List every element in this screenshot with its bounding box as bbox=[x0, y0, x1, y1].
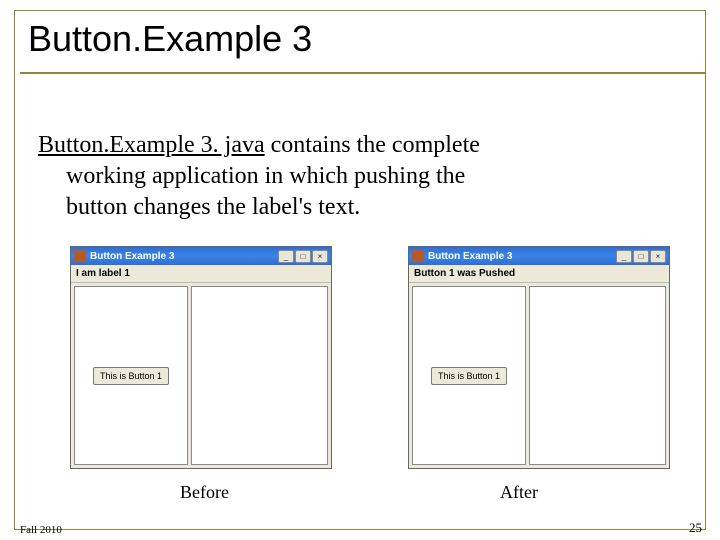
slide-title: Button.Example 3 bbox=[28, 18, 312, 60]
minimize-button[interactable]: _ bbox=[616, 250, 632, 263]
window-controls-after: _ □ × bbox=[616, 250, 666, 263]
window-title-before: Button Example 3 bbox=[90, 251, 278, 262]
titlebar-before: Button Example 3 _ □ × bbox=[71, 247, 331, 265]
caption-after: After bbox=[500, 482, 538, 503]
source-file-link[interactable]: Button.Example 3. java bbox=[38, 132, 265, 158]
body-text-3: button changes the label's text. bbox=[66, 194, 360, 220]
close-button[interactable]: × bbox=[312, 250, 328, 263]
button-1-before[interactable]: This is Button 1 bbox=[93, 367, 169, 385]
minimize-button[interactable]: _ bbox=[278, 250, 294, 263]
client-area-after: This is Button 1 bbox=[409, 283, 669, 468]
right-panel-before bbox=[191, 286, 328, 465]
java-cup-icon bbox=[74, 250, 86, 262]
button-1-after[interactable]: This is Button 1 bbox=[431, 367, 507, 385]
left-panel-before: This is Button 1 bbox=[74, 286, 188, 465]
window-before: Button Example 3 _ □ × I am label 1 This… bbox=[70, 246, 332, 469]
close-button[interactable]: × bbox=[650, 250, 666, 263]
title-underline bbox=[20, 72, 706, 74]
window-after: Button Example 3 _ □ × Button 1 was Push… bbox=[408, 246, 670, 469]
maximize-button[interactable]: □ bbox=[633, 250, 649, 263]
body-paragraph: Button.Example 3. java contains the comp… bbox=[38, 130, 688, 224]
caption-before: Before bbox=[180, 482, 229, 503]
client-area-before: This is Button 1 bbox=[71, 283, 331, 468]
java-cup-icon bbox=[412, 250, 424, 262]
label-after: Button 1 was Pushed bbox=[409, 265, 669, 283]
maximize-button[interactable]: □ bbox=[295, 250, 311, 263]
titlebar-after: Button Example 3 _ □ × bbox=[409, 247, 669, 265]
figures-row: Button Example 3 _ □ × I am label 1 This… bbox=[70, 246, 670, 469]
label-before: I am label 1 bbox=[71, 265, 331, 283]
footer-left: Fall 2010 bbox=[20, 524, 62, 536]
left-panel-after: This is Button 1 bbox=[412, 286, 526, 465]
right-panel-after bbox=[529, 286, 666, 465]
footer-page-number: 25 bbox=[689, 520, 702, 536]
window-title-after: Button Example 3 bbox=[428, 251, 616, 262]
body-text-2: working application in which pushing the bbox=[66, 163, 465, 189]
body-text-1: contains the complete bbox=[265, 132, 480, 158]
window-controls-before: _ □ × bbox=[278, 250, 328, 263]
